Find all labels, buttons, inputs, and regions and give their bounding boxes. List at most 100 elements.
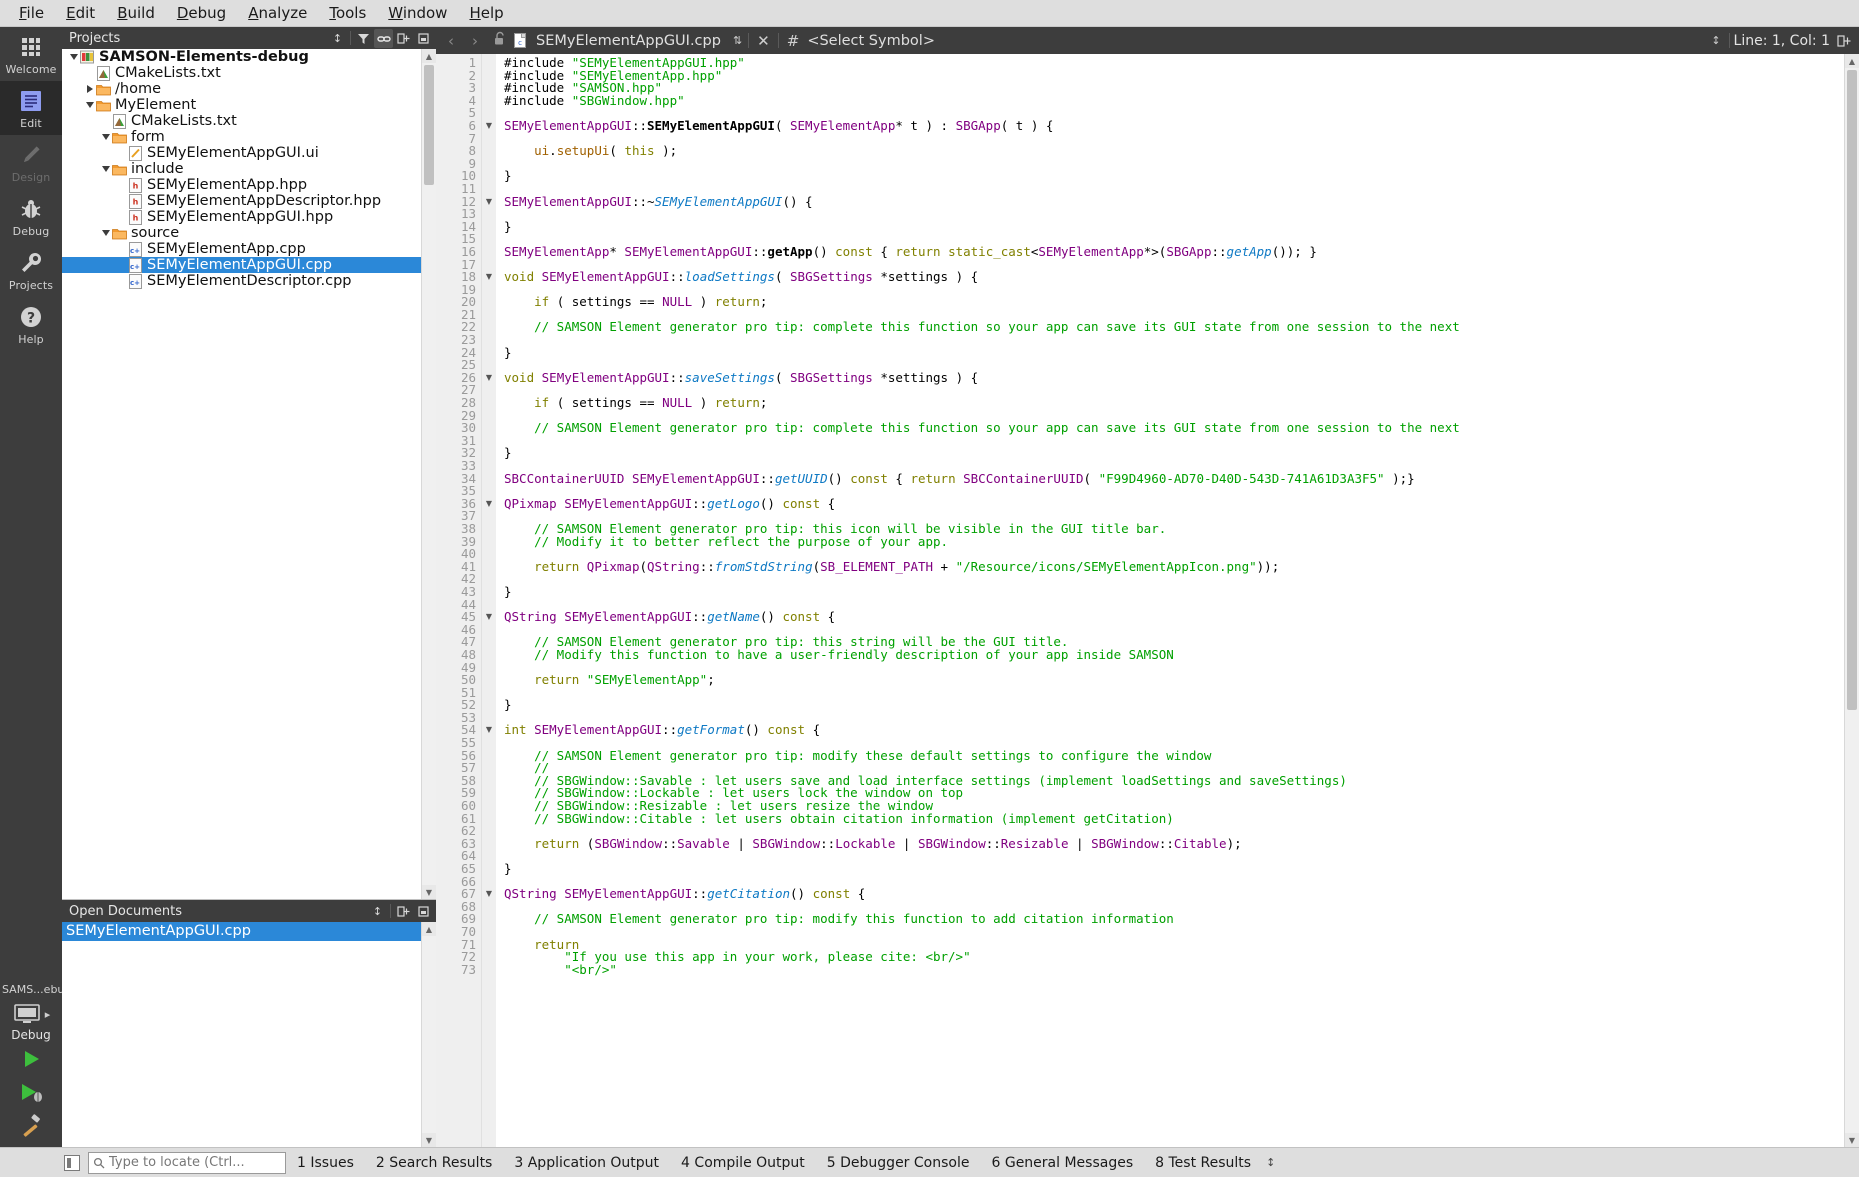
fold-spacer bbox=[482, 447, 496, 460]
kit-selector[interactable]: SAMS...ebug bbox=[0, 979, 62, 998]
build-button[interactable] bbox=[8, 1108, 54, 1141]
code-editor[interactable]: 1234567891011121314151617181920212223242… bbox=[436, 54, 1859, 1147]
project-tree[interactable]: SAMSON-Elements-debugCMakeLists.txt/home… bbox=[62, 49, 421, 899]
menu-item-build[interactable]: Build bbox=[106, 2, 166, 24]
output-pane-application-output[interactable]: 3 Application Output bbox=[503, 1155, 670, 1171]
tree-item-semyelementapp-hpp[interactable]: hSEMyElementApp.hpp bbox=[62, 177, 421, 193]
close-panel-icon[interactable] bbox=[414, 29, 433, 48]
split-icon[interactable] bbox=[394, 29, 413, 48]
fold-marker-icon[interactable]: ▼ bbox=[482, 611, 496, 624]
output-pane-test-results[interactable]: 8 Test Results bbox=[1144, 1155, 1262, 1171]
split-icon-od[interactable] bbox=[394, 902, 413, 921]
tree-item-semyelementappgui-hpp[interactable]: hSEMyElementAppGUI.hpp bbox=[62, 209, 421, 225]
od-scroll-up-arrow[interactable]: ▲ bbox=[422, 922, 436, 936]
code-text[interactable]: #include "SEMyElementAppGUI.hpp"#include… bbox=[496, 54, 1844, 1147]
tree-item-semyelementappgui-ui[interactable]: SEMyElementAppGUI.ui bbox=[62, 145, 421, 161]
menu-item-debug[interactable]: Debug bbox=[166, 2, 237, 24]
output-panes-chevron-icon[interactable]: ↕ bbox=[1266, 1156, 1275, 1169]
fold-marker-icon[interactable]: ▼ bbox=[482, 120, 496, 133]
tree-item-form[interactable]: form bbox=[62, 129, 421, 145]
expander-collapse-icon[interactable] bbox=[84, 102, 96, 108]
editor-scroll-up-arrow[interactable]: ▲ bbox=[1845, 54, 1859, 68]
tree-item-cmakelists-txt[interactable]: CMakeLists.txt bbox=[62, 65, 421, 81]
fold-spacer bbox=[482, 838, 496, 851]
menu-item-analyze[interactable]: Analyze bbox=[237, 2, 318, 24]
filter-icon[interactable] bbox=[354, 29, 373, 48]
start-debugging-button[interactable] bbox=[8, 1075, 54, 1108]
output-pane-compile-output[interactable]: 4 Compile Output bbox=[670, 1155, 816, 1171]
menu-item-help[interactable]: Help bbox=[458, 2, 514, 24]
output-pane-issues[interactable]: 1 Issues bbox=[286, 1155, 365, 1171]
tree-item-source[interactable]: source bbox=[62, 225, 421, 241]
fold-marker-icon[interactable]: ▼ bbox=[482, 888, 496, 901]
fold-spacer bbox=[482, 334, 496, 347]
editor-scrollbar[interactable]: ▲ ▼ bbox=[1844, 54, 1859, 1147]
scroll-down-arrow[interactable]: ▼ bbox=[422, 885, 436, 899]
link-with-editor-icon[interactable] bbox=[374, 29, 393, 48]
fold-marker-icon[interactable]: ▼ bbox=[482, 271, 496, 284]
fold-spacer bbox=[482, 221, 496, 234]
tree-item-semyelementappgui-cpp[interactable]: c+SEMyElementAppGUI.cpp bbox=[62, 257, 421, 273]
output-pane-debugger-console[interactable]: 5 Debugger Console bbox=[816, 1155, 981, 1171]
tree-item-cmakelists-txt[interactable]: CMakeLists.txt bbox=[62, 113, 421, 129]
mode-help[interactable]: ?Help bbox=[0, 297, 62, 351]
toggle-sidebar-icon[interactable] bbox=[64, 1155, 80, 1171]
folder-icon bbox=[112, 226, 127, 240]
menu-item-window[interactable]: Window bbox=[377, 2, 458, 24]
go-back-button[interactable]: ‹ bbox=[440, 32, 462, 50]
fold-marker-icon[interactable]: ▼ bbox=[482, 196, 496, 209]
open-documents-scrollbar[interactable]: ▲ ▼ bbox=[421, 922, 436, 1147]
locator-input[interactable]: Type to locate (Ctrl... bbox=[88, 1152, 286, 1174]
scroll-up-arrow[interactable]: ▲ bbox=[422, 49, 436, 63]
expander-collapse-icon[interactable] bbox=[100, 134, 112, 140]
tree-item-label: CMakeLists.txt bbox=[115, 65, 221, 81]
tree-item-myelement[interactable]: MyElement bbox=[62, 97, 421, 113]
linecol-dropdown-icon[interactable]: ↕ bbox=[1707, 34, 1724, 47]
mode-debug[interactable]: Debug bbox=[0, 189, 62, 243]
unlocked-icon[interactable] bbox=[488, 31, 512, 50]
menu-item-edit[interactable]: Edit bbox=[55, 2, 106, 24]
expander-collapse-icon[interactable] bbox=[100, 166, 112, 172]
editor-scroll-thumb[interactable] bbox=[1847, 70, 1857, 710]
fold-marker-icon[interactable]: ▼ bbox=[482, 724, 496, 737]
output-pane-search-results[interactable]: 2 Search Results bbox=[365, 1155, 503, 1171]
tree-item-samson-elements-debug[interactable]: SAMSON-Elements-debug bbox=[62, 49, 421, 65]
expander-expand-icon[interactable] bbox=[84, 85, 96, 93]
tree-item-semyelementappdescriptor-hpp[interactable]: hSEMyElementAppDescriptor.hpp bbox=[62, 193, 421, 209]
expander-collapse-icon[interactable] bbox=[100, 230, 112, 236]
bug-icon bbox=[18, 196, 44, 222]
fold-marker-icon[interactable]: ▼ bbox=[482, 372, 496, 385]
split-editor-icon[interactable] bbox=[1834, 31, 1853, 50]
close-panel-icon-od[interactable] bbox=[414, 902, 433, 921]
tree-item--home[interactable]: /home bbox=[62, 81, 421, 97]
line-column-indicator[interactable]: Line: 1, Col: 1 bbox=[1734, 33, 1830, 49]
od-scroll-down-arrow[interactable]: ▼ bbox=[422, 1133, 436, 1147]
expander-collapse-icon[interactable] bbox=[68, 54, 80, 60]
sort-toggle-icon-od[interactable]: ↕ bbox=[368, 902, 387, 921]
editor-scroll-down-arrow[interactable]: ▼ bbox=[1845, 1133, 1859, 1147]
cmake-icon bbox=[112, 114, 127, 128]
fold-column[interactable]: ▼ ▼ ▼ ▼ ▼ ▼ ▼ ▼ bbox=[482, 54, 496, 1147]
project-tree-scrollbar[interactable]: ▲ ▼ bbox=[421, 49, 436, 899]
menu-item-file[interactable]: File bbox=[8, 2, 55, 24]
file-dropdown-icon[interactable]: ⇅ bbox=[729, 34, 746, 47]
output-pane-general-messages[interactable]: 6 General Messages bbox=[980, 1155, 1144, 1171]
go-forward-button[interactable]: › bbox=[464, 32, 486, 50]
fold-spacer bbox=[482, 913, 496, 926]
mode-edit[interactable]: Edit bbox=[0, 81, 62, 135]
sort-toggle-icon[interactable]: ↕ bbox=[328, 29, 347, 48]
menu-item-tools[interactable]: Tools bbox=[318, 2, 377, 24]
close-document-button[interactable]: ✕ bbox=[751, 32, 776, 50]
scroll-thumb[interactable] bbox=[424, 65, 434, 185]
current-file-name[interactable]: SEMyElementAppGUI.cpp bbox=[530, 33, 727, 49]
tree-item-include[interactable]: include bbox=[62, 161, 421, 177]
fold-marker-icon[interactable]: ▼ bbox=[482, 498, 496, 511]
open-document-item[interactable]: SEMyElementAppGUI.cpp bbox=[62, 922, 421, 941]
mode-projects[interactable]: Projects bbox=[0, 243, 62, 297]
mode-welcome[interactable]: Welcome bbox=[0, 27, 62, 81]
symbol-selector[interactable]: <Select Symbol> bbox=[807, 33, 935, 49]
tree-item-semyelementdescriptor-cpp[interactable]: c+SEMyElementDescriptor.cpp bbox=[62, 273, 421, 289]
open-documents-list[interactable]: SEMyElementAppGUI.cpp bbox=[62, 922, 421, 1147]
tree-item-semyelementapp-cpp[interactable]: c+SEMyElementApp.cpp bbox=[62, 241, 421, 257]
run-button[interactable] bbox=[8, 1042, 54, 1075]
